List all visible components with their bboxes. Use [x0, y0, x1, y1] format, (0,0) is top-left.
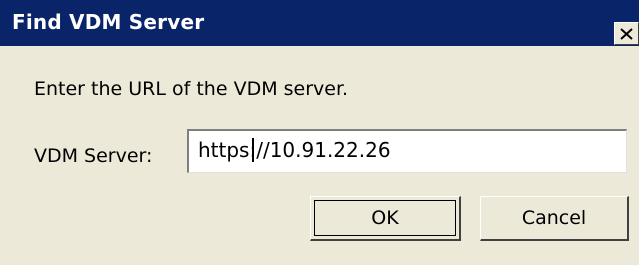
find-vdm-server-dialog: Find VDM Server Enter the URL of the VDM…	[0, 0, 639, 265]
cancel-button-label: Cancel	[521, 207, 587, 229]
text-caret	[252, 138, 254, 162]
close-icon	[620, 27, 633, 40]
close-button[interactable]	[614, 22, 639, 45]
dialog-title: Find VDM Server	[12, 10, 205, 34]
vdm-server-input[interactable]: https://10.91.22.26	[187, 129, 627, 173]
ok-button[interactable]: OK	[310, 196, 461, 241]
ok-button-label: OK	[371, 207, 399, 229]
instruction-text: Enter the URL of the VDM server.	[34, 78, 349, 100]
vdm-server-label: VDM Server:	[34, 145, 153, 167]
vdm-server-input-value: https://10.91.22.26	[198, 138, 391, 162]
title-bar[interactable]: Find VDM Server	[0, 0, 639, 46]
cancel-button[interactable]: Cancel	[480, 196, 629, 241]
